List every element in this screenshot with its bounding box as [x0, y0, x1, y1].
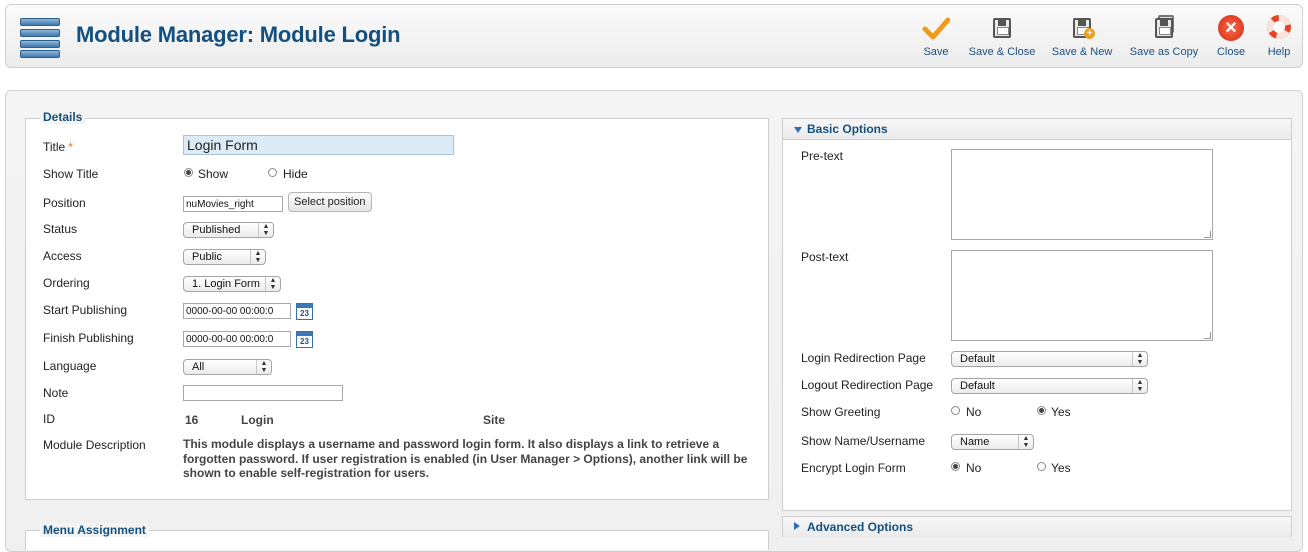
select-arrows-icon: ▲ ▼	[1018, 435, 1033, 449]
close-icon: ×	[1217, 15, 1245, 43]
select-arrows-icon: ▲ ▼	[250, 250, 265, 264]
posttext-label: Post-text	[801, 250, 849, 264]
posttext-textarea[interactable]	[951, 250, 1213, 341]
status-value: Published	[192, 224, 241, 236]
select-arrows-icon: ▲ ▼	[1132, 379, 1147, 393]
show-greeting-no-radio[interactable]	[951, 406, 960, 415]
disk-plus-icon: +	[1068, 15, 1096, 43]
save-as-copy-label: Save as Copy	[1129, 46, 1199, 58]
start-publishing-input[interactable]: 0000-00-00 00:00:0	[183, 303, 291, 319]
close-label: Close	[1216, 46, 1246, 58]
select-arrows-icon: ▲ ▼	[258, 223, 273, 237]
expanded-triangle-icon	[794, 127, 802, 133]
position-input[interactable]: nuMovies_right	[183, 196, 283, 212]
module-type-value: Login	[241, 413, 274, 427]
show-title-show-radio[interactable]	[184, 168, 193, 177]
show-title-hide-label: Hide	[283, 167, 308, 181]
calendar-icon[interactable]: 23	[296, 331, 313, 348]
required-marker: *	[68, 140, 73, 154]
encrypt-yes-radio[interactable]	[1037, 462, 1046, 471]
module-description-label: Module Description	[43, 438, 146, 452]
login-redirect-label: Login Redirection Page	[801, 351, 926, 365]
show-greeting-yes-label: Yes	[1051, 405, 1071, 419]
language-select[interactable]: All ▲ ▼	[183, 359, 272, 375]
save-and-close-label: Save & Close	[968, 46, 1036, 58]
lifebuoy-icon	[1265, 15, 1293, 43]
show-greeting-no-label: No	[966, 405, 982, 419]
start-publishing-label: Start Publishing	[43, 303, 128, 317]
save-and-new-label: Save & New	[1051, 46, 1113, 58]
language-value: All	[192, 361, 205, 373]
login-redirect-select[interactable]: Default ▲ ▼	[951, 351, 1148, 367]
show-title-label: Show Title	[43, 167, 99, 181]
show-greeting-yes-radio[interactable]	[1037, 406, 1046, 415]
advanced-options-header[interactable]: Advanced Options	[783, 517, 1291, 537]
status-label: Status	[43, 222, 78, 236]
ordering-value: 1. Login Form	[192, 278, 260, 290]
pretext-label: Pre-text	[801, 149, 844, 163]
access-label: Access	[43, 249, 82, 263]
page-title: Module Manager: Module Login	[76, 22, 401, 47]
basic-options-title: Basic Options	[807, 122, 888, 136]
position-label: Position	[43, 196, 86, 210]
save-and-close-button[interactable]: Save & Close	[968, 13, 1036, 63]
toolbar: Module Manager: Module Login Save Save &…	[5, 4, 1303, 68]
logout-redirect-value: Default	[960, 380, 995, 392]
title-label: Title *	[43, 140, 73, 154]
menu-assignment-legend: Menu Assignment	[40, 523, 149, 537]
save-and-new-button[interactable]: + Save & New	[1051, 13, 1113, 63]
logout-redirect-select[interactable]: Default ▲ ▼	[951, 378, 1148, 394]
show-greeting-label: Show Greeting	[801, 405, 881, 419]
help-button[interactable]: Help	[1265, 13, 1293, 63]
show-name-select[interactable]: Name ▲ ▼	[951, 434, 1034, 450]
show-name-label: Show Name/Username	[801, 434, 926, 448]
show-title-hide-radio[interactable]	[268, 168, 277, 177]
encrypt-yes-label: Yes	[1051, 461, 1071, 475]
collapsed-triangle-icon	[794, 522, 800, 530]
encrypt-no-radio[interactable]	[951, 462, 960, 471]
basic-options-header[interactable]: Basic Options	[783, 119, 1291, 140]
select-arrows-icon: ▲ ▼	[265, 277, 280, 291]
disk-icon	[988, 15, 1016, 43]
ordering-select[interactable]: 1. Login Form ▲ ▼	[183, 276, 281, 292]
client-value: Site	[483, 413, 506, 427]
close-button[interactable]: × Close	[1215, 13, 1247, 63]
save-as-copy-button[interactable]: Save as Copy	[1128, 13, 1200, 63]
login-redirect-value: Default	[960, 353, 995, 365]
access-select[interactable]: Public ▲ ▼	[183, 249, 266, 265]
id-value: 16	[185, 413, 199, 427]
advanced-options-title: Advanced Options	[807, 520, 914, 534]
encrypt-no-label: No	[966, 461, 982, 475]
show-title-show-label: Show	[198, 167, 229, 181]
ordering-label: Ordering	[43, 276, 90, 290]
save-label: Save	[923, 46, 949, 58]
select-arrows-icon: ▲ ▼	[1132, 352, 1147, 366]
help-label: Help	[1267, 46, 1291, 58]
note-label: Note	[43, 386, 69, 400]
pretext-textarea[interactable]	[951, 149, 1213, 240]
calendar-icon[interactable]: 23	[296, 303, 313, 320]
finish-publishing-label: Finish Publishing	[43, 331, 134, 345]
disk-copy-icon	[1150, 15, 1178, 43]
logout-redirect-label: Logout Redirection Page	[801, 378, 934, 392]
status-select[interactable]: Published ▲ ▼	[183, 222, 274, 238]
access-value: Public	[192, 251, 222, 263]
module-description-text: This module displays a username and pass…	[183, 437, 748, 480]
checkmark-icon	[922, 15, 951, 43]
id-label: ID	[43, 412, 55, 426]
select-position-button[interactable]: Select position	[288, 192, 372, 212]
note-input[interactable]	[183, 385, 343, 401]
save-button[interactable]: Save	[918, 13, 954, 63]
title-input[interactable]: Login Form	[183, 135, 454, 155]
details-legend: Details	[40, 110, 86, 124]
module-manager-icon	[20, 18, 60, 58]
finish-publishing-input[interactable]: 0000-00-00 00:00:0	[183, 331, 291, 347]
select-arrows-icon: ▲ ▼	[256, 360, 271, 374]
show-name-value: Name	[960, 436, 990, 448]
advanced-options-panel: Advanced Options	[782, 516, 1292, 537]
encrypt-label: Encrypt Login Form	[801, 461, 906, 475]
language-label: Language	[43, 359, 97, 373]
